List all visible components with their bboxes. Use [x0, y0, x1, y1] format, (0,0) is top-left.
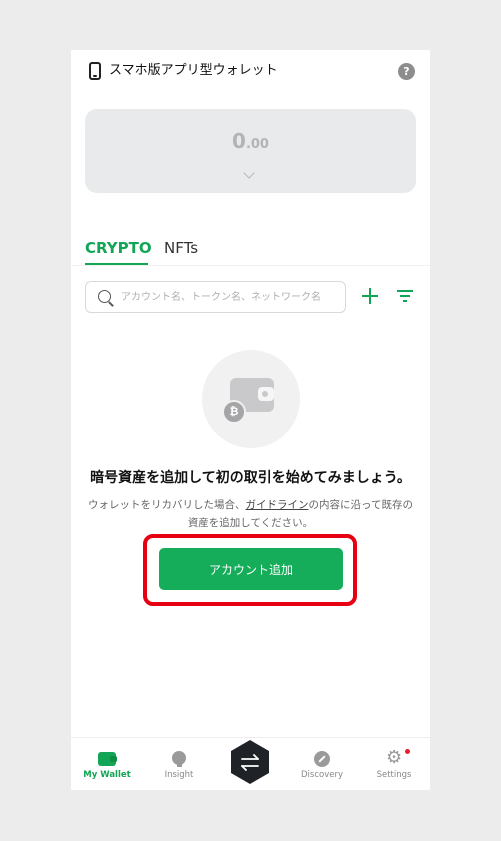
active-tab-indicator	[85, 263, 148, 265]
tab-crypto[interactable]: CRYPTO	[85, 238, 152, 258]
search-box[interactable]	[85, 281, 346, 313]
filter-icon[interactable]	[397, 290, 413, 302]
add-account-button[interactable]: アカウント追加	[159, 548, 343, 590]
search-icon	[98, 290, 111, 303]
swap-arrows-icon	[231, 740, 269, 784]
balance-card[interactable]: 0.00	[85, 109, 416, 193]
nav-insight[interactable]: Insight	[143, 738, 215, 790]
tab-nfts[interactable]: NFTs	[164, 238, 198, 258]
compass-icon	[314, 751, 330, 767]
wallet-icon	[98, 752, 117, 766]
search-input[interactable]	[121, 282, 343, 312]
app-screen: スマホ版アプリ型ウォレット ? 0.00 CRYPTO NFTs ₿ 暗号資産を…	[71, 50, 430, 790]
add-icon[interactable]	[361, 287, 379, 305]
balance-amount: 0.00	[85, 129, 416, 153]
nav-discovery[interactable]: Discovery	[286, 738, 358, 790]
help-icon[interactable]: ?	[398, 63, 415, 80]
nav-label: My Wallet	[83, 770, 131, 780]
lightbulb-icon	[172, 751, 186, 767]
wallet-title: スマホ版アプリ型ウォレット	[109, 63, 278, 78]
empty-state-headline: 暗号資産を追加して初の取引を始めてみましょう。	[90, 470, 411, 486]
nav-label: Discovery	[301, 770, 343, 780]
smartphone-icon	[89, 62, 101, 80]
swap-button[interactable]	[229, 739, 271, 785]
nav-label: Settings	[376, 770, 412, 780]
bitcoin-coin-icon: ₿	[222, 400, 246, 424]
empty-wallet-illustration: ₿	[202, 350, 300, 448]
nav-my-wallet[interactable]: My Wallet	[71, 738, 143, 790]
asset-tabs: CRYPTO NFTs	[71, 235, 430, 266]
chevron-down-icon[interactable]	[243, 167, 255, 179]
balance-decimal: .00	[245, 137, 269, 152]
empty-state-description: ウォレットをリカバリした場合、ガイドラインの内容に沿って既存の資産を追加してくだ…	[83, 496, 418, 532]
gear-icon: ⚙	[386, 747, 403, 768]
guideline-link[interactable]: ガイドライン	[246, 499, 309, 511]
header: スマホ版アプリ型ウォレット ?	[71, 50, 430, 94]
nav-label: Insight	[164, 770, 194, 780]
nav-settings[interactable]: ⚙ Settings	[358, 738, 430, 790]
balance-integer: 0	[232, 129, 246, 153]
desc-text-before: ウォレットをリカバリした場合、	[88, 499, 246, 511]
notification-badge	[405, 749, 410, 754]
